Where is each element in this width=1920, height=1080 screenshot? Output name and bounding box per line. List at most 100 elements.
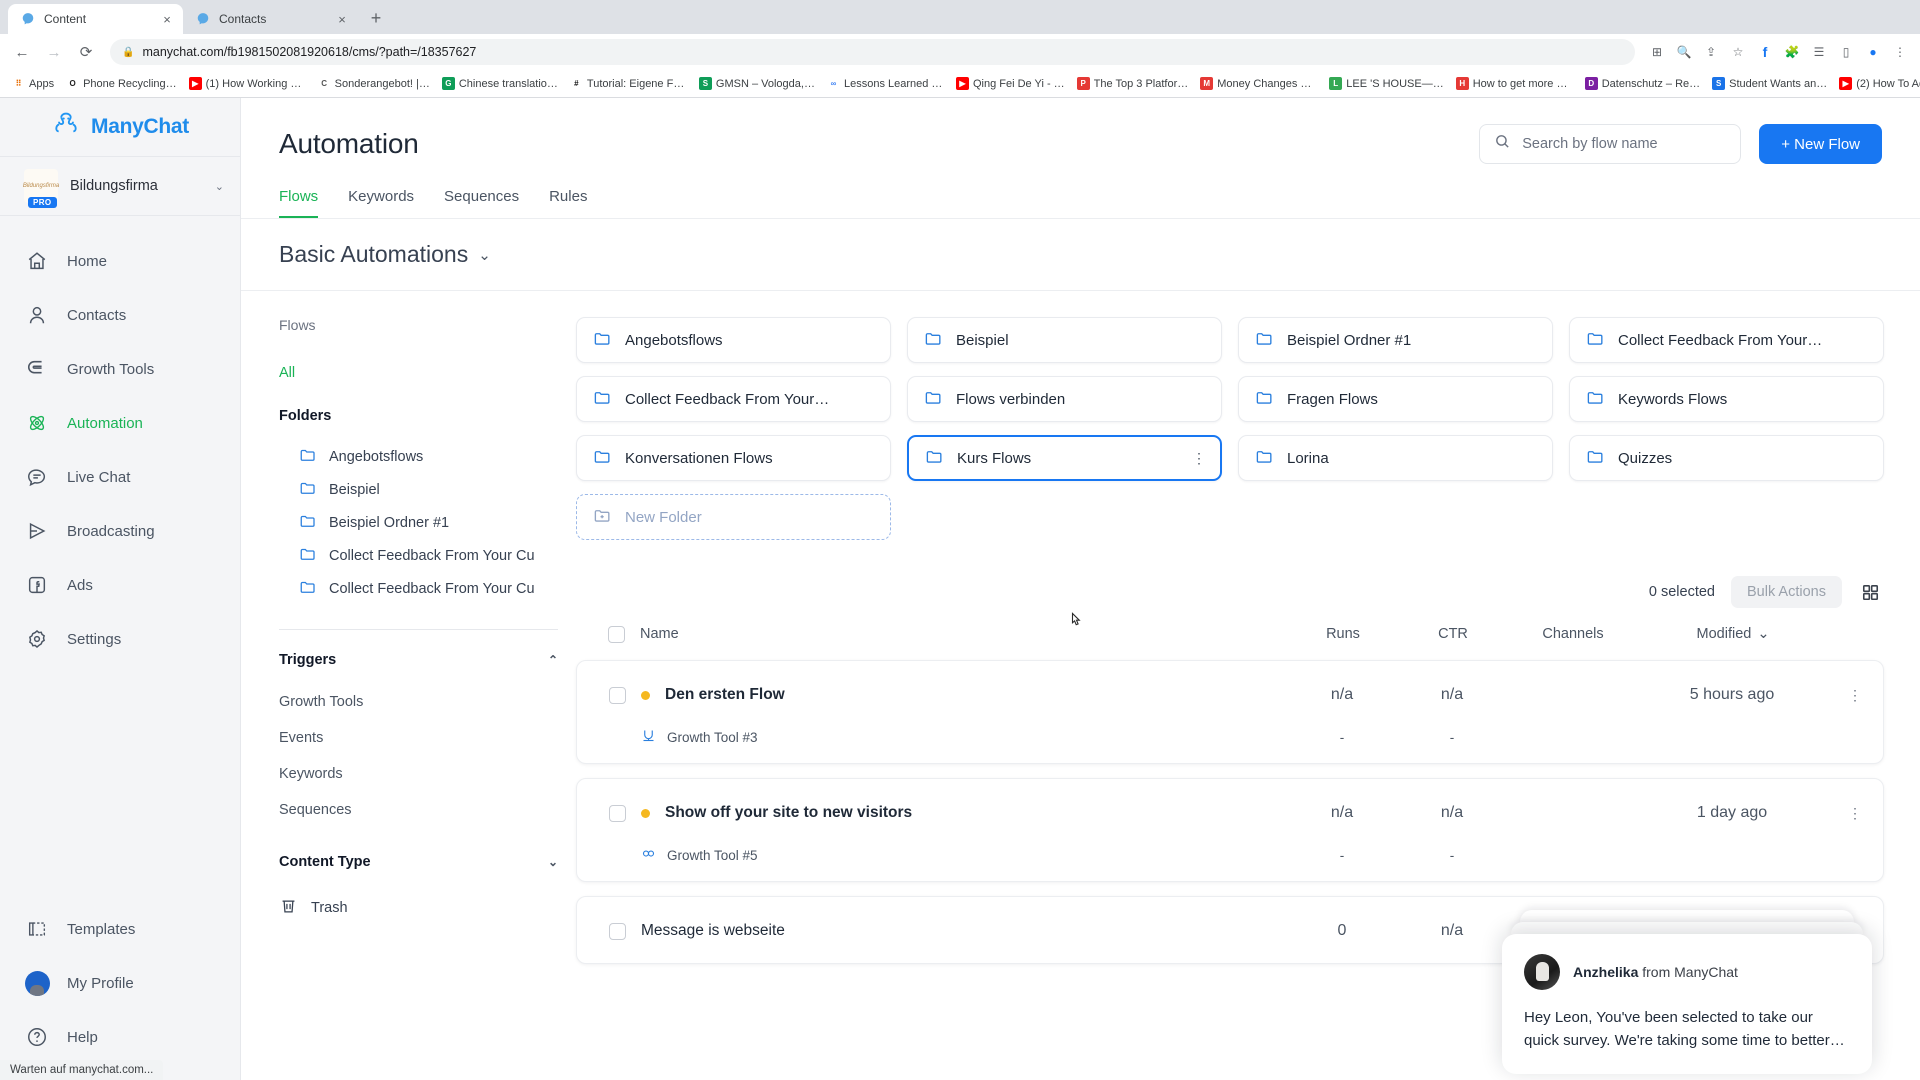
folder-card[interactable]: Quizzes bbox=[1569, 435, 1884, 481]
share-icon[interactable]: ⇪ bbox=[1699, 40, 1723, 64]
sidebar-item-my-profile[interactable]: My Profile bbox=[0, 956, 240, 1010]
bookmark-item[interactable]: ∞ Lessons Learned f… bbox=[823, 75, 948, 92]
chat-message-card[interactable]: Anzhelika from ManyChat Hey Leon, You've… bbox=[1502, 933, 1872, 1074]
filter-trigger-keywords[interactable]: Keywords bbox=[279, 756, 558, 792]
bulk-actions-button[interactable]: Bulk Actions bbox=[1731, 576, 1842, 608]
bookmark-item[interactable]: C Sonderangebot! |… bbox=[314, 75, 434, 92]
folder-card[interactable]: Konversationen Flows bbox=[576, 435, 891, 481]
filter-trigger-growth-tools[interactable]: Growth Tools bbox=[279, 684, 558, 720]
filter-trigger-sequences[interactable]: Sequences bbox=[279, 792, 558, 828]
row-checkbox[interactable] bbox=[609, 804, 626, 822]
address-bar[interactable]: 🔒 manychat.com/fb1981502081920618/cms/?p… bbox=[110, 39, 1635, 65]
new-tab-button[interactable]: + bbox=[362, 4, 390, 32]
filter-folder-item[interactable]: Collect Feedback From Your Cu bbox=[279, 539, 558, 572]
browser-tab-content[interactable]: Content × bbox=[8, 4, 183, 34]
growth-tool-row[interactable]: Growth Tool #5 bbox=[577, 846, 758, 864]
list-icon[interactable]: ☰ bbox=[1807, 40, 1831, 64]
close-icon[interactable]: × bbox=[159, 11, 175, 27]
bookmark-item[interactable]: L LEE 'S HOUSE—… bbox=[1325, 75, 1447, 92]
folder-kebab-icon[interactable]: ⋮ bbox=[1192, 450, 1206, 465]
chevron-up-icon[interactable]: ⌃ bbox=[548, 653, 558, 667]
facebook-icon[interactable]: f bbox=[1753, 40, 1777, 64]
folder-card[interactable]: Keywords Flows bbox=[1569, 376, 1884, 422]
sidebar-item-growth-tools[interactable]: Growth Tools bbox=[0, 342, 240, 396]
folder-card[interactable]: Beispiel bbox=[907, 317, 1222, 363]
table-row[interactable]: Show off your site to new visitors n/a n… bbox=[576, 778, 1884, 882]
sidebar-item-automation[interactable]: Automation bbox=[0, 396, 240, 450]
bookmark-item[interactable]: H How to get more v… bbox=[1452, 75, 1577, 92]
filter-trigger-events[interactable]: Events bbox=[279, 720, 558, 756]
folder-card-selected[interactable]: Kurs Flows ⋮ bbox=[907, 435, 1222, 481]
sidebar-item-broadcasting[interactable]: Broadcasting bbox=[0, 504, 240, 558]
sidebar-item-contacts[interactable]: Contacts bbox=[0, 288, 240, 342]
back-icon[interactable]: ← bbox=[8, 38, 36, 66]
bookmark-item[interactable]: ▶ Qing Fei De Yi - … bbox=[952, 75, 1069, 92]
sidebar-icon[interactable]: ▯ bbox=[1834, 40, 1858, 64]
folder-breadcrumb[interactable]: Basic Automations ⌄ bbox=[241, 218, 1920, 290]
filter-folder-item[interactable]: Angebotsflows bbox=[279, 440, 558, 473]
filter-folder-item[interactable]: Beispiel bbox=[279, 473, 558, 506]
account-switcher[interactable]: Bildungsfirma PRO Bildungsfirma ⌄ bbox=[0, 156, 240, 216]
more-menu-icon[interactable]: ⋮ bbox=[1888, 40, 1912, 64]
brand-logo[interactable]: ManyChat bbox=[0, 98, 240, 156]
filter-trash[interactable]: Trash bbox=[279, 896, 558, 919]
tab-keywords[interactable]: Keywords bbox=[348, 188, 414, 218]
sidebar-item-settings[interactable]: Settings bbox=[0, 612, 240, 666]
bookmark-star-icon[interactable]: ☆ bbox=[1726, 40, 1750, 64]
chat-notification-popup[interactable]: Anzhelika from ManyChat Hey Leon, You've… bbox=[1502, 909, 1872, 1074]
filter-folder-item[interactable]: Collect Feedback From Your Cu bbox=[279, 572, 558, 605]
row-checkbox[interactable] bbox=[609, 686, 626, 704]
growth-tool-row[interactable]: Growth Tool #3 bbox=[577, 728, 758, 746]
chevron-down-icon[interactable]: ⌄ bbox=[548, 855, 558, 869]
row-kebab-icon[interactable]: ⋮ bbox=[1827, 805, 1883, 820]
bookmark-item[interactable]: ⠿ Apps bbox=[8, 75, 58, 92]
select-all-checkbox[interactable] bbox=[608, 625, 625, 643]
bookmark-item[interactable]: S GMSN – Vologda,… bbox=[695, 75, 819, 92]
bookmark-item[interactable]: # Tutorial: Eigene Fa… bbox=[566, 75, 691, 92]
row-kebab-icon[interactable]: ⋮ bbox=[1827, 687, 1883, 702]
grid-view-icon[interactable] bbox=[1858, 580, 1882, 604]
bookmark-item[interactable]: ▶ (1) How Working a… bbox=[185, 75, 310, 92]
new-flow-button[interactable]: + New Flow bbox=[1759, 124, 1882, 164]
new-folder-button[interactable]: New Folder bbox=[576, 494, 891, 540]
tab-rules[interactable]: Rules bbox=[549, 188, 587, 218]
bookmark-item[interactable]: D Datenschutz – Re… bbox=[1581, 75, 1704, 92]
column-header-modified[interactable]: Modified ⌄ bbox=[1638, 626, 1828, 642]
folder-card[interactable]: Fragen Flows bbox=[1238, 376, 1553, 422]
bookmark-item[interactable]: P The Top 3 Platfor… bbox=[1073, 75, 1193, 92]
sidebar-item-templates[interactable]: Templates bbox=[0, 902, 240, 956]
folder-card[interactable]: Lorina bbox=[1238, 435, 1553, 481]
puzzle-extension-icon[interactable]: 🧩 bbox=[1780, 40, 1804, 64]
filter-content-type-heading[interactable]: Content Type ⌄ bbox=[279, 854, 558, 870]
bookmark-item[interactable]: ▶(2) How To Add A… bbox=[1835, 75, 1920, 92]
filter-triggers-heading[interactable]: Triggers ⌃ bbox=[279, 652, 558, 668]
bookmark-item[interactable]: O Phone Recycling… bbox=[62, 75, 181, 92]
bookmark-item[interactable]: G Chinese translatio… bbox=[438, 75, 562, 92]
search-input[interactable]: Search by flow name bbox=[1479, 124, 1742, 164]
chevron-down-icon[interactable]: ⌄ bbox=[478, 246, 491, 264]
forward-icon[interactable]: → bbox=[40, 38, 68, 66]
bookmark-item[interactable]: M Money Changes E… bbox=[1196, 75, 1321, 92]
sidebar-item-ads[interactable]: Ads bbox=[0, 558, 240, 612]
folder-card[interactable]: Collect Feedback From Your… bbox=[576, 376, 891, 422]
reload-icon[interactable]: ⟳ bbox=[72, 38, 100, 66]
zoom-icon[interactable]: 🔍 bbox=[1672, 40, 1696, 64]
tab-flows[interactable]: Flows bbox=[279, 188, 319, 218]
table-row[interactable]: Den ersten Flow n/a n/a 5 hours ago ⋮ Gr… bbox=[576, 660, 1884, 764]
sidebar-item-home[interactable]: Home bbox=[0, 234, 240, 288]
row-checkbox[interactable] bbox=[609, 922, 626, 940]
folder-card[interactable]: Beispiel Ordner #1 bbox=[1238, 317, 1553, 363]
tab-sequences[interactable]: Sequences bbox=[444, 188, 519, 218]
bookmark-item[interactable]: S Student Wants an… bbox=[1708, 75, 1831, 92]
filter-folder-item[interactable]: Beispiel Ordner #1 bbox=[279, 506, 558, 539]
close-icon[interactable]: × bbox=[334, 11, 350, 27]
browser-tab-contacts[interactable]: Contacts × bbox=[183, 4, 358, 34]
folder-card[interactable]: Collect Feedback From Your… bbox=[1569, 317, 1884, 363]
split-screen-icon[interactable]: ⊞ bbox=[1645, 40, 1669, 64]
folder-card[interactable]: Flows verbinden bbox=[907, 376, 1222, 422]
chevron-down-icon[interactable]: ⌄ bbox=[215, 180, 224, 193]
sidebar-item-live-chat[interactable]: Live Chat bbox=[0, 450, 240, 504]
profile-icon[interactable]: ● bbox=[1861, 40, 1885, 64]
sidebar-item-help[interactable]: Help bbox=[0, 1010, 240, 1064]
filter-all[interactable]: All bbox=[279, 365, 558, 381]
